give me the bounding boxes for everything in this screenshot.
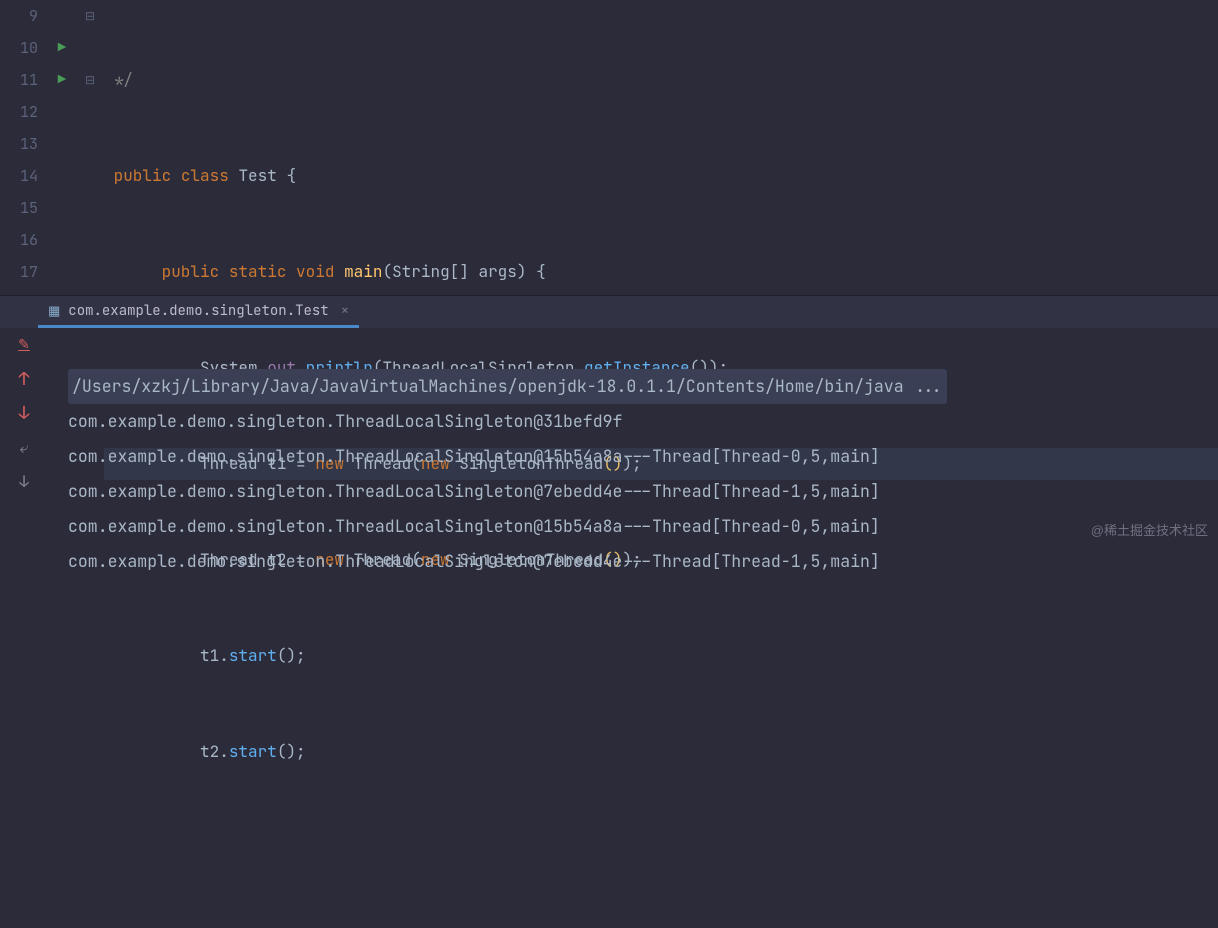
run-tool-window: ▦ com.example.demo.singleton.Test × ✎ ↑ … — [0, 295, 1218, 620]
console-line: com.example.demo.singleton.ThreadLocalSi… — [68, 410, 622, 432]
console-line: com.example.demo.singleton.ThreadLocalSi… — [68, 550, 880, 572]
watermark: @稀土掘金技术社区 — [1091, 520, 1208, 539]
fold-toggle-icon[interactable]: ⊟ — [76, 0, 104, 32]
close-icon[interactable]: × — [341, 302, 349, 320]
console-line: com.example.demo.singleton.ThreadLocalSi… — [68, 445, 880, 467]
console-toolbar: ✎ ↑ ↓ ⤶ ↓ — [0, 328, 48, 620]
console-line: com.example.demo.singleton.ThreadLocalSi… — [68, 515, 880, 537]
run-line-icon[interactable]: ▶ — [48, 32, 76, 64]
run-config-icon: ▦ — [48, 302, 60, 319]
run-gutter: ▶ ▶ — [48, 0, 76, 295]
fold-toggle-icon[interactable]: ⊟ — [76, 64, 104, 96]
fold-gutter: ⊟ ⊟ — [76, 0, 104, 295]
line-number-gutter: 91011 121314 151617 — [0, 0, 48, 295]
soft-wrap-button[interactable]: ⤶ — [13, 436, 35, 458]
console-output[interactable]: /Users/xzkj/Library/Java/JavaVirtualMach… — [48, 328, 1218, 620]
console-line: com.example.demo.singleton.ThreadLocalSi… — [68, 480, 880, 502]
console-tab-label: com.example.demo.singleton.Test — [68, 302, 328, 320]
down-stacktrace-button[interactable]: ↓ — [13, 402, 35, 424]
edit-button[interactable]: ✎ — [13, 334, 35, 356]
run-line-icon[interactable]: ▶ — [48, 64, 76, 96]
up-stacktrace-button[interactable]: ↑ — [13, 368, 35, 390]
code-area[interactable]: */ public class Test { public static voi… — [104, 0, 1218, 295]
scroll-end-button[interactable]: ↓ — [13, 470, 35, 492]
command-line: /Users/xzkj/Library/Java/JavaVirtualMach… — [68, 369, 947, 404]
code-editor[interactable]: 91011 121314 151617 ▶ ▶ ⊟ ⊟ */ public cl… — [0, 0, 1218, 295]
console-tab[interactable]: ▦ com.example.demo.singleton.Test × — [38, 296, 359, 328]
